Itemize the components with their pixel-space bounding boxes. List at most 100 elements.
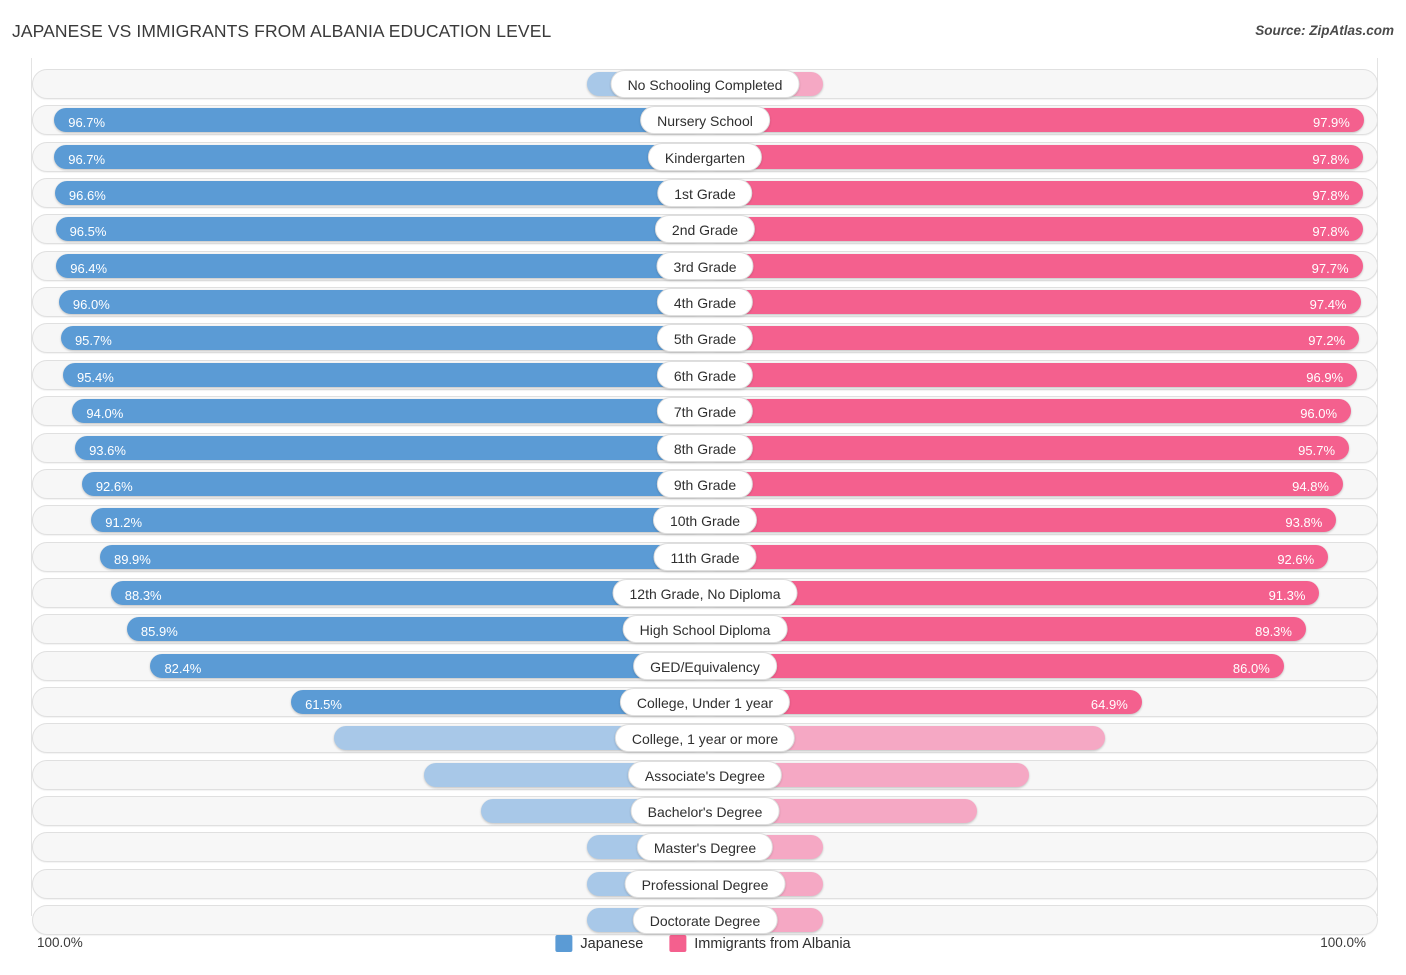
category-label: College, 1 year or more [615, 724, 795, 752]
category-label: Kindergarten [648, 143, 762, 171]
bar-immigrants-from-albania: 89.3% [705, 617, 1306, 641]
chart-row: 96.7%97.9%Nursery School [32, 105, 1378, 135]
bar-immigrants-from-albania: 97.8% [705, 181, 1363, 205]
chart-row: 96.7%97.8%Kindergarten [32, 142, 1378, 172]
category-label: Associate's Degree [628, 761, 782, 789]
chart-row: 41.7%48.2%Associate's Degree [32, 760, 1378, 790]
chart-row: 96.6%97.8%1st Grade [32, 178, 1378, 208]
bar-value-immigrants-from-albania: 97.8% [1312, 217, 1349, 247]
bar-value-immigrants-from-albania: 96.0% [1300, 399, 1337, 429]
chart-row: 12.5%16.8%Master's Degree [32, 832, 1378, 862]
bar-japanese: 96.0% [59, 290, 705, 314]
category-label: 3rd Grade [656, 252, 753, 280]
source-label: Source: ZipAtlas.com [1255, 23, 1394, 38]
chart-row: 94.0% 96.0% 7th Grade [32, 396, 1378, 426]
bar-value-japanese: 96.5% [70, 217, 107, 247]
bar-immigrants-from-albania: 97.8% [705, 145, 1363, 169]
bar-immigrants-from-albania: 96.9% [705, 363, 1357, 387]
bar-value-japanese: 96.0% [73, 290, 110, 320]
category-label: 6th Grade [657, 361, 753, 389]
chart-row: 92.6%94.8%9th Grade [32, 469, 1378, 499]
bar-value-immigrants-from-albania: 86.0% [1233, 654, 1270, 684]
chart-row: 93.6% 95.7% 8th Grade [32, 433, 1378, 463]
bar-immigrants-from-albania: 97.7% [705, 254, 1363, 278]
bar-japanese: 96.6% [55, 181, 705, 205]
bar-value-immigrants-from-albania: 93.8% [1285, 508, 1322, 538]
chart-row: 88.3%91.3%12th Grade, No Diploma [32, 578, 1378, 608]
bar-immigrants-from-albania: 93.8% [705, 508, 1336, 532]
bar-value-immigrants-from-albania: 97.4% [1310, 290, 1347, 320]
chart-row: 89.9%92.6%11th Grade [32, 542, 1378, 572]
legend-swatch-icon [555, 935, 572, 952]
chart-row: 96.5%97.8%2nd Grade [32, 214, 1378, 244]
bar-japanese: 96.5% [56, 217, 705, 241]
bar-value-japanese: 94.0% [86, 399, 123, 429]
bar-immigrants-from-albania: 97.8% [705, 217, 1363, 241]
chart-row: 91.2%93.8%10th Grade [32, 505, 1378, 535]
bar-japanese: 95.4% [63, 363, 705, 387]
chart-row: 82.4%86.0%GED/Equivalency [32, 651, 1378, 681]
bar-immigrants-from-albania: 86.0% [705, 654, 1284, 678]
bar-immigrants-from-albania: 92.6% [705, 545, 1328, 569]
chart-row: 61.5%64.9%College, Under 1 year [32, 687, 1378, 717]
category-label: Bachelor's Degree [631, 797, 780, 825]
category-label: Master's Degree [637, 833, 773, 861]
chart-row: 33.3%40.4%Bachelor's Degree [32, 796, 1378, 826]
bar-japanese: 91.2% [91, 508, 705, 532]
bar-japanese: 95.7% [61, 326, 705, 350]
category-label: 7th Grade [657, 397, 753, 425]
legend-label: Japanese [580, 936, 643, 952]
category-label: Professional Degree [625, 870, 786, 898]
bar-value-japanese: 91.2% [105, 508, 142, 538]
bar-value-immigrants-from-albania: 96.9% [1306, 363, 1343, 393]
chart-footer: 100.0% JapaneseImmigrants from Albania 1… [0, 935, 1406, 975]
bar-value-japanese: 96.7% [68, 145, 105, 175]
bar-value-japanese: 95.7% [75, 326, 112, 356]
bar-value-immigrants-from-albania: 97.2% [1308, 326, 1345, 356]
bar-value-japanese: 82.4% [164, 654, 201, 684]
bar-japanese: 96.4% [56, 254, 705, 278]
category-label: Doctorate Degree [633, 906, 778, 934]
category-label: No Schooling Completed [611, 70, 800, 98]
chart-row: 55.2%59.5%College, 1 year or more [32, 723, 1378, 753]
bar-japanese: 85.9% [127, 617, 705, 641]
bar-value-immigrants-from-albania: 95.7% [1298, 436, 1335, 466]
chart-row: 1.5%1.9%Doctorate Degree [32, 905, 1378, 935]
category-label: 8th Grade [657, 434, 753, 462]
category-label: 1st Grade [657, 179, 752, 207]
category-label: High School Diploma [623, 615, 788, 643]
legend-label: Immigrants from Albania [694, 936, 850, 952]
bar-value-japanese: 85.9% [141, 617, 178, 647]
bar-value-japanese: 96.6% [69, 181, 106, 211]
bar-value-immigrants-from-albania: 92.6% [1277, 545, 1314, 575]
bar-japanese: 94.0% [72, 399, 705, 423]
chart-row: 3.3%2.2%No Schooling Completed [32, 69, 1378, 99]
category-label: 10th Grade [653, 506, 757, 534]
bar-value-immigrants-from-albania: 64.9% [1091, 690, 1128, 720]
bar-value-japanese: 89.9% [114, 545, 151, 575]
bar-japanese: 96.7% [54, 145, 705, 169]
category-label: 5th Grade [657, 324, 753, 352]
bar-value-immigrants-from-albania: 97.9% [1313, 108, 1350, 138]
category-label: GED/Equivalency [633, 652, 777, 680]
chart-row: 95.7% 97.2% 5th Grade [32, 323, 1378, 353]
category-label: College, Under 1 year [620, 688, 790, 716]
legend-item[interactable]: Japanese [555, 935, 643, 952]
bar-immigrants-from-albania: 94.8% [705, 472, 1343, 496]
bar-value-japanese: 96.4% [70, 254, 107, 284]
category-label: 4th Grade [657, 288, 753, 316]
bar-value-immigrants-from-albania: 97.8% [1312, 181, 1349, 211]
bar-value-immigrants-from-albania: 97.7% [1312, 254, 1349, 284]
chart-row: 96.0%97.4%4th Grade [32, 287, 1378, 317]
bar-value-japanese: 88.3% [125, 581, 162, 611]
bar-japanese: 96.7% [54, 108, 705, 132]
legend-item[interactable]: Immigrants from Albania [669, 935, 850, 952]
bar-japanese: 82.4% [150, 654, 705, 678]
bar-immigrants-from-albania: 97.9% [705, 108, 1364, 132]
bar-japanese: 89.9% [100, 545, 705, 569]
bar-value-japanese: 93.6% [89, 436, 126, 466]
chart-plot-area: 3.3%2.2%No Schooling Completed96.7%97.9%… [0, 58, 1406, 938]
bar-value-immigrants-from-albania: 89.3% [1255, 617, 1292, 647]
bar-value-immigrants-from-albania: 94.8% [1292, 472, 1329, 502]
bar-immigrants-from-albania: 97.4% [705, 290, 1361, 314]
